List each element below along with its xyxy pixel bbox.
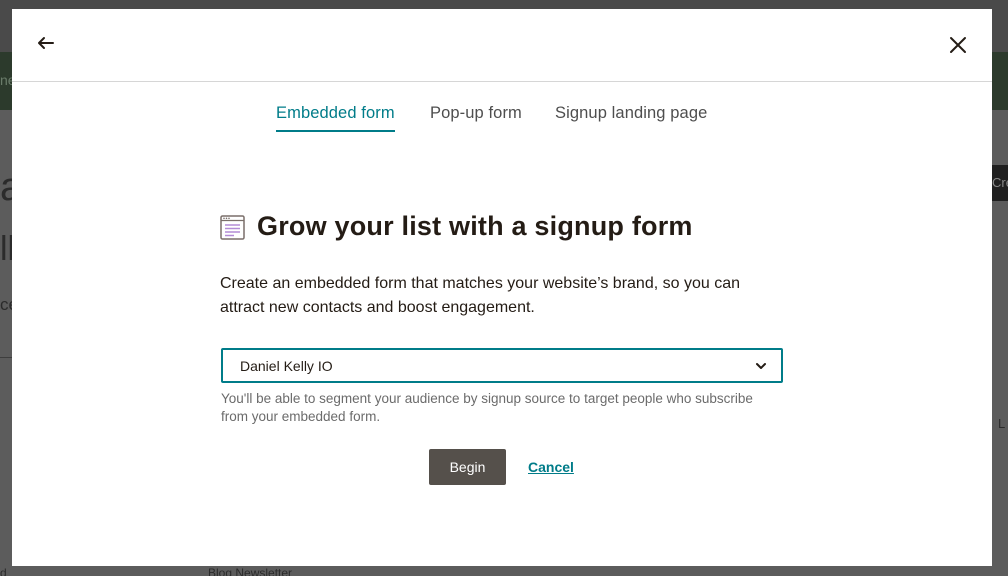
chevron-down-icon (756, 363, 766, 369)
background-right-fragment: L (998, 416, 1006, 431)
description-text: Create an embedded form that matches you… (220, 275, 740, 316)
background-create-label: Cre (992, 175, 1008, 190)
heading-row: Grow your list with a signup form (220, 209, 800, 249)
form-type-tabs: Embedded form Pop-up form Signup landing… (12, 104, 992, 144)
begin-button[interactable]: Begin (429, 449, 506, 485)
form-icon (220, 215, 245, 240)
close-icon (950, 37, 966, 53)
background-create-button: Cre (992, 165, 1008, 201)
audience-select[interactable]: Daniel Kelly IO (221, 348, 783, 383)
background-divider (0, 357, 12, 358)
helper-text: You'll be able to segment your audience … (221, 391, 753, 424)
signup-form-modal: Embedded form Pop-up form Signup landing… (12, 9, 992, 566)
background-list-item: Blog Newsletter (208, 566, 293, 576)
back-button[interactable] (34, 31, 58, 55)
arrow-left-icon (38, 37, 54, 49)
modal-header (12, 9, 992, 82)
cancel-link[interactable]: Cancel (528, 459, 574, 475)
page-title: Grow your list with a signup form (257, 211, 693, 241)
tab-signup-landing-page[interactable]: Signup landing page (555, 104, 707, 130)
tab-popup-form[interactable]: Pop-up form (430, 104, 522, 130)
audience-select-value: Daniel Kelly IO (240, 358, 333, 374)
close-button[interactable] (946, 33, 970, 57)
background-bottom-fragment: d (0, 566, 7, 576)
tab-embedded-form[interactable]: Embedded form (276, 104, 395, 132)
